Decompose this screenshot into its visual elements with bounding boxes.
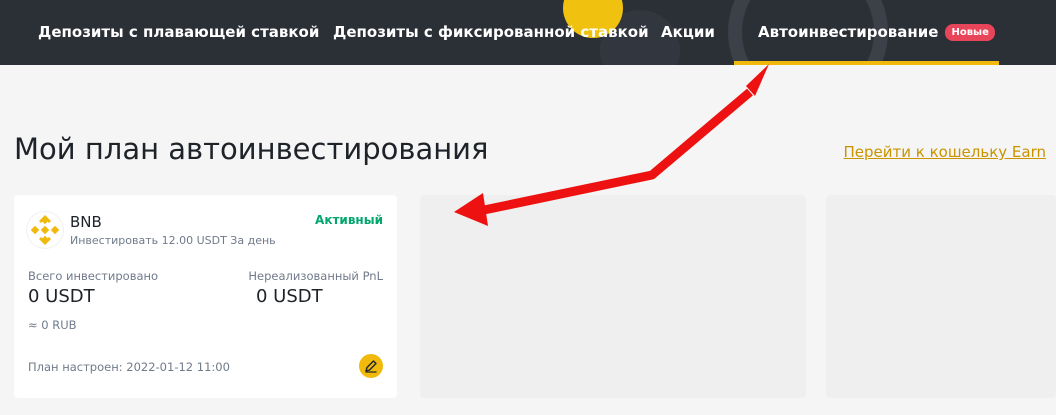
tab-promotions[interactable]: Акции [661, 0, 715, 65]
earn-wallet-link[interactable]: Перейти к кошельку Earn [844, 143, 1047, 161]
coin-name: BNB [70, 213, 102, 231]
pencil-icon [365, 360, 377, 373]
bnb-logo-icon [27, 212, 63, 248]
plan-subtitle: Инвестировать 12.00 USDT За день [70, 234, 276, 247]
new-badge: Новые [945, 24, 995, 41]
tab-flexible-deposits[interactable]: Депозиты с плавающей ставкой [38, 0, 319, 65]
invested-label: Всего инвестировано [28, 269, 159, 283]
arrow-head-top [746, 64, 769, 96]
pnl-label: Нереализованный PnL [248, 269, 383, 283]
top-navigation: Депозиты с плавающей ставкой Депозиты с … [0, 0, 1056, 65]
tab-auto-invest[interactable]: Автоинвестирование Новые [758, 0, 995, 65]
invested-value: 0 USDT [28, 286, 95, 307]
invested-fiat: ≈ 0 RUB [28, 318, 77, 332]
tab-fixed-deposits[interactable]: Депозиты с фиксированной ставкой [333, 0, 649, 65]
tab-label: Акции [661, 23, 715, 41]
auto-invest-plan-card[interactable]: BNB Инвестировать 12.00 USDT За день Акт… [14, 195, 397, 398]
page-title: Мой план автоинвестирования [14, 132, 489, 166]
configured-date: План настроен: 2022-01-12 11:00 [28, 360, 230, 374]
tab-label: Автоинвестирование [758, 23, 939, 41]
edit-plan-button[interactable] [359, 354, 383, 378]
active-tab-indicator [734, 61, 999, 65]
tab-label: Депозиты с плавающей ставкой [38, 23, 320, 41]
empty-plan-slot [420, 195, 806, 398]
tab-label: Депозиты с фиксированной ставкой [333, 23, 649, 41]
arrow-shaft [483, 88, 753, 215]
empty-plan-slot [826, 195, 1056, 398]
pnl-value: 0 USDT [256, 286, 323, 307]
status-badge: Активный [315, 213, 383, 227]
